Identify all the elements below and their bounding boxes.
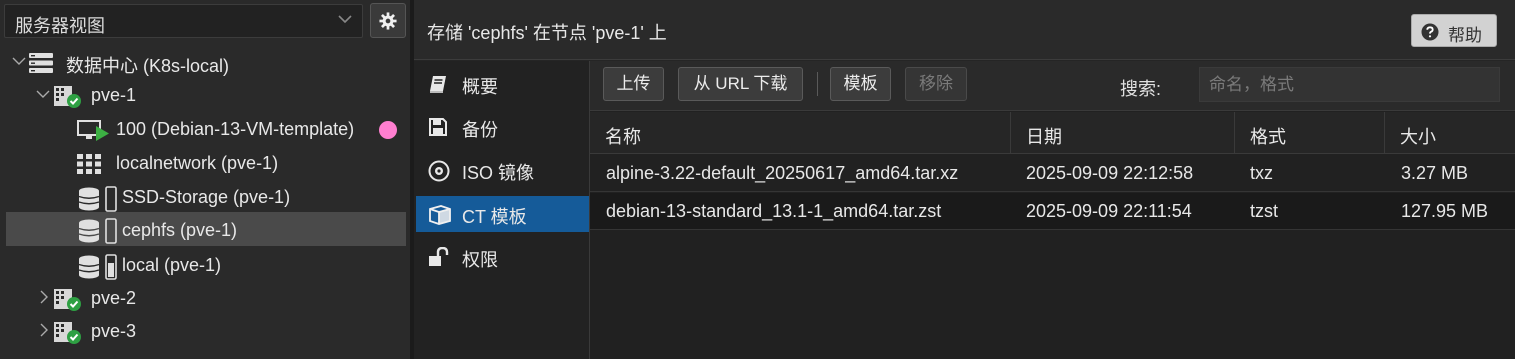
chevron-down-icon bbox=[338, 15, 352, 24]
tab-label: 备份 bbox=[462, 120, 498, 140]
tree-node-pve-1[interactable]: pve-1 bbox=[6, 79, 406, 113]
search-input[interactable] bbox=[1199, 67, 1500, 102]
tree-node-vm-100[interactable]: 100 (Debian-13-VM-template) bbox=[6, 113, 406, 147]
tag-dot bbox=[379, 121, 397, 139]
tab-iso-images[interactable]: ISO 镜像 bbox=[416, 152, 589, 188]
cube-icon bbox=[429, 205, 451, 225]
chevron-down-icon[interactable] bbox=[12, 56, 26, 66]
tree-node-localnetwork[interactable]: localnetwork (pve-1) bbox=[6, 147, 406, 181]
tree-node-ssd-storage[interactable]: SSD-Storage (pve-1) bbox=[6, 181, 406, 215]
download-from-url-button[interactable]: 从 URL 下载 bbox=[678, 67, 803, 101]
gear-icon bbox=[379, 12, 397, 30]
cell-format: tzst bbox=[1250, 201, 1279, 221]
chevron-right-icon[interactable] bbox=[39, 323, 49, 337]
tab-label: ISO 镜像 bbox=[462, 163, 535, 183]
help-button[interactable]: 帮助 bbox=[1411, 14, 1497, 47]
tab-ct-templates[interactable]: CT 模板 bbox=[416, 196, 589, 232]
node-online-icon bbox=[54, 322, 81, 344]
tree-node-label: 100 (Debian-13-VM-template) bbox=[116, 119, 355, 139]
column-header-date[interactable]: 日期 bbox=[1011, 112, 1235, 154]
storage-db-icon bbox=[78, 254, 117, 280]
toolbar-separator bbox=[817, 72, 818, 96]
resource-tree-panel: 服务器视图 数据中心 (K8s-local) pve-1 100 (Debian… bbox=[0, 0, 410, 359]
cell-name: alpine-3.22-default_20250617_amd64.tar.x… bbox=[606, 163, 959, 183]
tree-node-label: pve-3 bbox=[91, 321, 137, 341]
floppy-icon bbox=[429, 118, 447, 136]
question-circle-icon bbox=[1421, 23, 1439, 41]
upload-button[interactable]: 上传 bbox=[603, 67, 664, 101]
tree-node-pve-3[interactable]: pve-3 bbox=[6, 315, 406, 349]
table-row[interactable]: debian-13-standard_13.1-1_amd64.tar.zst … bbox=[590, 193, 1515, 230]
templates-button[interactable]: 模板 bbox=[830, 67, 891, 101]
network-grid-icon bbox=[77, 154, 101, 174]
tree-node-label: localnetwork (pve-1) bbox=[116, 153, 279, 173]
column-header-name[interactable]: 名称 bbox=[590, 112, 1011, 154]
templates-content: 上传 从 URL 下载 模板 移除 搜索: 名称 日期 格式 大小 alpine… bbox=[590, 61, 1515, 359]
page-title: 存储 'cephfs' 在节点 'pve-1' 上 bbox=[427, 23, 667, 43]
table-header: 名称 日期 格式 大小 bbox=[590, 112, 1515, 154]
tab-summary[interactable]: 概要 bbox=[416, 66, 589, 102]
help-label: 帮助 bbox=[1448, 26, 1482, 45]
tree-node-label: SSD-Storage (pve-1) bbox=[122, 187, 291, 207]
storage-db-icon bbox=[78, 218, 117, 244]
cell-date: 2025-09-09 22:12:58 bbox=[1026, 163, 1194, 183]
node-online-icon bbox=[54, 289, 81, 311]
book-icon bbox=[430, 76, 446, 93]
search-label: 搜索: bbox=[1120, 79, 1162, 99]
node-online-icon bbox=[54, 86, 81, 108]
column-header-size[interactable]: 大小 bbox=[1385, 112, 1515, 154]
cell-format: txz bbox=[1250, 163, 1274, 183]
tab-label: 权限 bbox=[462, 250, 498, 270]
toolbar: 上传 从 URL 下载 模板 移除 搜索: bbox=[590, 61, 1515, 111]
cell-size: 3.27 MB bbox=[1401, 163, 1469, 183]
tree-node-label: cephfs (pve-1) bbox=[122, 220, 238, 240]
settings-button[interactable] bbox=[370, 3, 406, 38]
cell-date: 2025-09-09 22:11:54 bbox=[1026, 201, 1192, 221]
cell-size: 127.95 MB bbox=[1401, 201, 1489, 221]
storage-db-icon bbox=[78, 186, 117, 212]
storage-tabs: 概要 备份 ISO 镜像 CT 模板 权限 bbox=[414, 61, 590, 359]
view-selector[interactable]: 服务器视图 bbox=[4, 4, 363, 38]
vm-running-icon bbox=[77, 120, 109, 141]
tab-backup[interactable]: 备份 bbox=[416, 109, 589, 145]
table-row[interactable]: alpine-3.22-default_20250617_amd64.tar.x… bbox=[590, 155, 1515, 192]
tree-node-cephfs[interactable]: cephfs (pve-1) bbox=[6, 212, 406, 246]
tree-node-label: pve-2 bbox=[91, 288, 137, 308]
view-selector-label: 服务器视图 bbox=[15, 16, 105, 36]
tree-node-datacenter[interactable]: 数据中心 (K8s-local) bbox=[6, 46, 406, 80]
tree-node-pve-2[interactable]: pve-2 bbox=[6, 282, 406, 316]
tree-node-label: 数据中心 (K8s-local) bbox=[66, 56, 230, 76]
remove-button[interactable]: 移除 bbox=[905, 67, 967, 101]
tree-node-local[interactable]: local (pve-1) bbox=[6, 249, 406, 283]
tab-label: 概要 bbox=[462, 77, 498, 97]
tree-node-label: pve-1 bbox=[91, 85, 137, 105]
cell-name: debian-13-standard_13.1-1_amd64.tar.zst bbox=[606, 201, 942, 221]
column-header-format[interactable]: 格式 bbox=[1235, 112, 1385, 154]
disc-icon bbox=[428, 160, 450, 182]
chevron-down-icon[interactable] bbox=[36, 89, 50, 99]
tab-label: CT 模板 bbox=[462, 207, 527, 227]
unlock-icon bbox=[429, 247, 449, 266]
chevron-right-icon[interactable] bbox=[39, 290, 49, 304]
tab-permissions[interactable]: 权限 bbox=[416, 239, 589, 275]
tree-node-label: local (pve-1) bbox=[122, 255, 222, 275]
panel-header: 存储 'cephfs' 在节点 'pve-1' 上 帮助 bbox=[414, 0, 1515, 60]
storage-panel: 存储 'cephfs' 在节点 'pve-1' 上 帮助 概要 备份 ISO 镜… bbox=[414, 0, 1515, 359]
server-rack-icon bbox=[29, 53, 53, 73]
